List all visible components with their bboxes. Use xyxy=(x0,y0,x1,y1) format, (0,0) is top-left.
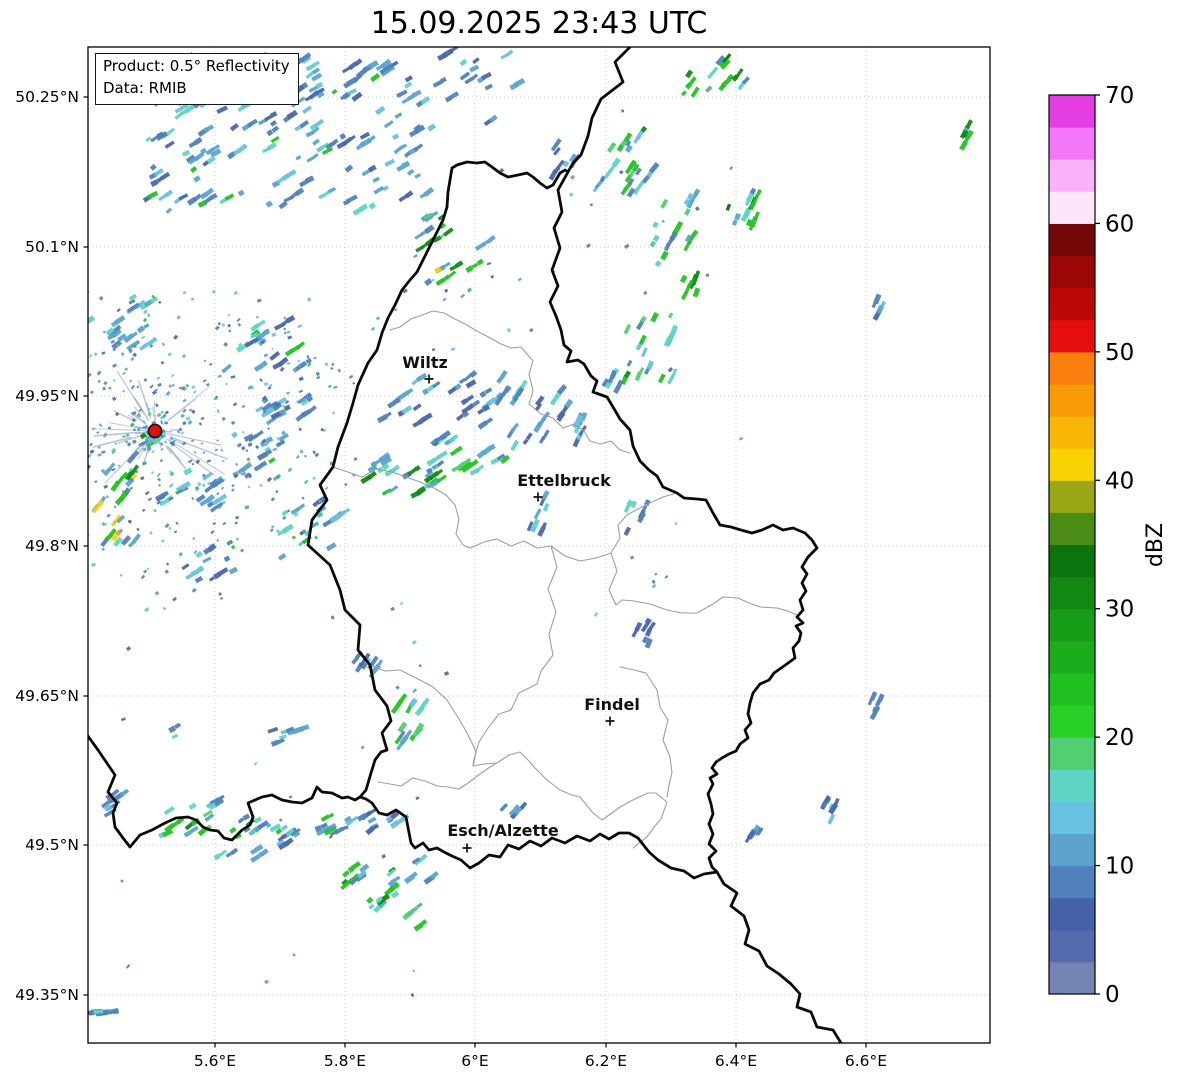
axis-ticks-and-labels: 5.6°E 5.8°E 6°E 6.2°E 6.4°E 6.6°E 50.25°N 50.1°… xyxy=(15,88,887,1070)
y-tick-label: 49.95°N xyxy=(15,387,79,405)
colorbar-tick-label: 60 xyxy=(1105,211,1134,237)
city-label: Wiltz xyxy=(402,353,448,372)
radar-map-plot: WiltzEttelbruckFindelEsch/Alzette 5.6°E 5… xyxy=(15,46,1168,1070)
colorbar-tick-label: 0 xyxy=(1105,982,1120,1008)
product-info-line2: Data: RMIB xyxy=(103,78,187,97)
x-tick-label: 6.6°E xyxy=(845,1052,887,1070)
plot-frame xyxy=(87,46,991,1044)
precipitation-layer xyxy=(88,47,974,1017)
gridlines xyxy=(88,47,990,1043)
city-marker xyxy=(533,492,543,502)
y-tick-label: 49.8°N xyxy=(25,537,79,555)
colorbar-tick-label: 40 xyxy=(1105,468,1134,494)
city-label: Ettelbruck xyxy=(517,471,611,490)
colorbar-tick-label: 50 xyxy=(1105,340,1134,366)
x-tick-label: 5.8°E xyxy=(324,1052,366,1070)
city-marker xyxy=(462,843,472,853)
region-borders xyxy=(332,310,798,849)
city-label: Esch/Alzette xyxy=(447,821,559,840)
city-label: Findel xyxy=(584,695,640,714)
x-tick-label: 6°E xyxy=(461,1052,488,1070)
x-tick-label: 5.6°E xyxy=(194,1052,236,1070)
colorbar-tick-label: 30 xyxy=(1105,597,1134,623)
colorbar: 0 10 20 30 40 50 60 70 xyxy=(1048,83,1134,1008)
colorbar-tick-label: 20 xyxy=(1105,725,1134,751)
y-tick-label: 49.5°N xyxy=(25,836,79,854)
y-tick-label: 50.1°N xyxy=(25,238,79,256)
colorbar-tick-label: 70 xyxy=(1105,83,1134,109)
colorbar-axis-label: dBZ xyxy=(1143,523,1168,567)
radar-clutter-layer xyxy=(88,289,358,580)
y-tick-label: 50.25°N xyxy=(15,88,79,106)
x-tick-label: 6.2°E xyxy=(585,1052,627,1070)
colorbar-tick-label: 10 xyxy=(1105,854,1134,880)
y-tick-label: 49.35°N xyxy=(15,986,79,1004)
city-labels: Wiltz Ettelbruck Findel Esch/Alzette xyxy=(402,353,640,853)
x-tick-label: 6.4°E xyxy=(715,1052,757,1070)
product-info-line1: Product: 0.5° Reflectivity xyxy=(103,57,290,75)
product-info-box: Product: 0.5° Reflectivity Data: RMIB xyxy=(95,53,299,105)
y-tick-label: 49.65°N xyxy=(15,687,79,705)
radar-site-marker xyxy=(147,423,163,439)
radar-figure: 15.09.2025 23:43 UTC Product: 0.5° Refle… xyxy=(0,0,1184,1081)
city-marker xyxy=(605,716,615,726)
